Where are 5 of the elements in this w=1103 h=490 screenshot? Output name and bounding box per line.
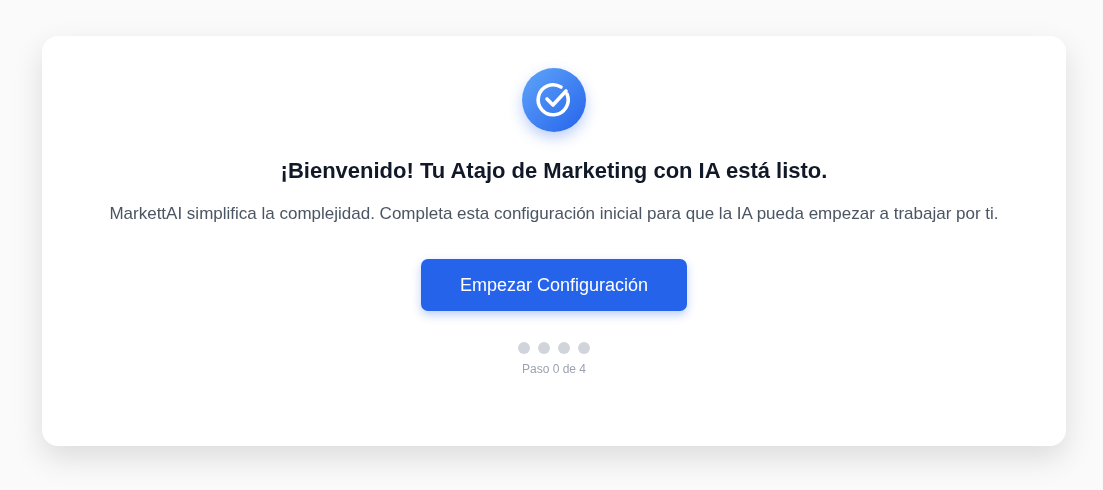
start-setup-button[interactable]: Empezar Configuración <box>421 259 687 311</box>
check-circle-icon <box>522 68 586 132</box>
step-counter: Paso 0 de 4 <box>521 362 587 376</box>
description-text: MarkettAI simplifica la complejidad. Completa esta configuración inicial para que la IA pueda empezar a trabajar por ti. <box>109 203 999 225</box>
welcome-title: ¡Bienvenido! Tu Atajo de Marketing con IA está listo. <box>280 158 828 184</box>
